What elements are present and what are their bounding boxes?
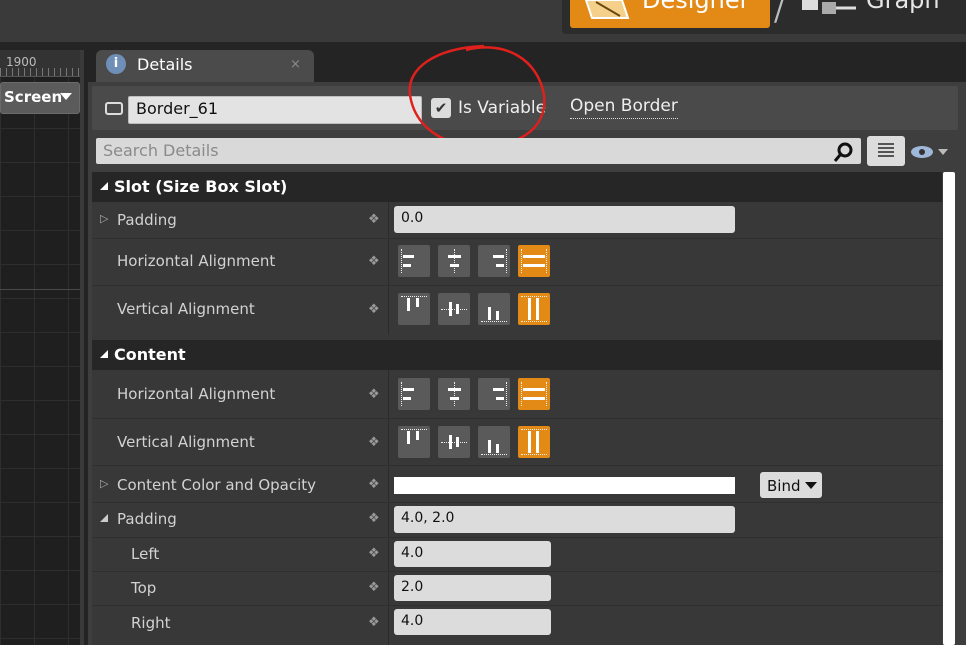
row-divider bbox=[92, 285, 942, 286]
v-align-top-button[interactable] bbox=[398, 293, 430, 325]
h-align-fill-button[interactable] bbox=[518, 378, 550, 410]
h-align-center-button[interactable] bbox=[438, 378, 470, 410]
content-h-align-label: Horizontal Alignment bbox=[117, 385, 276, 403]
slot-v-align-label: Vertical Alignment bbox=[117, 300, 255, 318]
content-color-label: Content Color and Opacity bbox=[117, 476, 317, 494]
v-align-bottom-button[interactable] bbox=[478, 293, 510, 325]
row-divider bbox=[92, 418, 942, 419]
designer-mode-label: Designer bbox=[642, 0, 750, 14]
chevron-down-icon bbox=[60, 93, 72, 100]
slot-padding-label: Padding bbox=[117, 211, 177, 229]
v-align-top-button[interactable] bbox=[398, 426, 430, 458]
tab-details-label: Details bbox=[137, 55, 193, 74]
screen-size-label: Screen bbox=[4, 88, 63, 106]
ruler-value: 1900 bbox=[6, 55, 37, 69]
reset-icon[interactable]: ❖ bbox=[368, 212, 382, 227]
collapsed-arrow-icon[interactable]: ▷ bbox=[100, 212, 108, 225]
chevron-down-icon bbox=[805, 482, 817, 489]
reset-icon[interactable]: ❖ bbox=[368, 477, 382, 492]
h-align-left-button[interactable] bbox=[398, 245, 430, 277]
row-divider bbox=[92, 605, 942, 606]
collapsed-arrow-icon[interactable]: ▷ bbox=[100, 477, 108, 490]
content-padding-field[interactable]: 4.0, 2.0 bbox=[394, 506, 735, 533]
slot-padding-value: 0.0 bbox=[401, 210, 424, 226]
ruler-ticks bbox=[0, 68, 82, 76]
open-border-link[interactable]: Open Border bbox=[570, 96, 678, 119]
padding-right-label: Right bbox=[131, 614, 171, 632]
slot-padding-field[interactable]: 0.0 bbox=[394, 206, 735, 233]
padding-left-field[interactable]: 4.0 bbox=[394, 541, 551, 567]
v-align-fill-button[interactable] bbox=[518, 293, 550, 325]
reset-icon[interactable]: ❖ bbox=[368, 302, 382, 317]
padding-top-label: Top bbox=[131, 579, 157, 597]
v-align-bottom-button[interactable] bbox=[478, 426, 510, 458]
widget-name-value: Border_61 bbox=[136, 99, 218, 118]
designer-icon bbox=[584, 0, 630, 19]
reset-icon[interactable]: ❖ bbox=[368, 511, 382, 526]
content-padding-value: 4.0, 2.0 bbox=[401, 510, 455, 526]
search-placeholder: Search Details bbox=[103, 141, 219, 160]
padding-left-label: Left bbox=[131, 545, 160, 563]
slot-h-align-label: Horizontal Alignment bbox=[117, 252, 276, 270]
h-align-left-button[interactable] bbox=[398, 378, 430, 410]
padding-right-value: 4.0 bbox=[401, 613, 424, 629]
row-divider bbox=[92, 465, 942, 466]
expanded-arrow-icon bbox=[100, 181, 108, 190]
reset-icon[interactable]: ❖ bbox=[368, 435, 382, 450]
category-content[interactable]: Content bbox=[92, 340, 942, 370]
v-align-center-button[interactable] bbox=[438, 426, 470, 458]
bind-label: Bind bbox=[767, 477, 801, 495]
designer-viewport[interactable] bbox=[0, 50, 82, 645]
column-divider bbox=[388, 202, 389, 335]
reset-icon[interactable]: ❖ bbox=[368, 254, 382, 269]
graph-icon bbox=[802, 0, 856, 14]
padding-top-value: 2.0 bbox=[401, 579, 424, 595]
h-align-right-button[interactable] bbox=[478, 245, 510, 277]
row-divider bbox=[92, 502, 942, 503]
row-divider bbox=[92, 537, 942, 538]
expanded-arrow-icon[interactable] bbox=[100, 514, 108, 522]
border-widget-icon bbox=[105, 102, 123, 115]
v-align-center-button[interactable] bbox=[438, 293, 470, 325]
expanded-arrow-icon bbox=[100, 349, 108, 358]
h-align-center-button[interactable] bbox=[438, 245, 470, 277]
search-icon[interactable] bbox=[833, 141, 855, 163]
category-slot-title: Slot (Size Box Slot) bbox=[114, 177, 288, 196]
graph-mode-button[interactable]: Graph bbox=[866, 0, 940, 14]
content-v-align-label: Vertical Alignment bbox=[117, 433, 255, 451]
eye-icon[interactable] bbox=[910, 144, 950, 160]
reset-icon[interactable]: ❖ bbox=[368, 580, 382, 595]
category-content-title: Content bbox=[114, 345, 186, 364]
padding-right-field[interactable]: 4.0 bbox=[394, 609, 551, 635]
grid-icon bbox=[878, 143, 894, 157]
tab-details[interactable] bbox=[96, 50, 314, 82]
close-icon[interactable]: × bbox=[290, 57, 301, 72]
mode-separator: / bbox=[774, 0, 784, 27]
h-align-fill-button[interactable] bbox=[518, 245, 550, 277]
row-divider bbox=[92, 238, 942, 239]
v-align-fill-button[interactable] bbox=[518, 426, 550, 458]
reset-icon[interactable]: ❖ bbox=[368, 546, 382, 561]
padding-top-field[interactable]: 2.0 bbox=[394, 575, 551, 601]
category-slot[interactable]: Slot (Size Box Slot) bbox=[92, 172, 942, 202]
column-divider bbox=[388, 370, 389, 645]
padding-left-value: 4.0 bbox=[401, 545, 424, 561]
reset-icon[interactable]: ❖ bbox=[368, 387, 382, 402]
reset-icon[interactable]: ❖ bbox=[368, 615, 382, 630]
scrollbar[interactable] bbox=[943, 172, 955, 645]
color-swatch[interactable] bbox=[394, 477, 735, 494]
content-padding-label: Padding bbox=[117, 510, 177, 528]
h-align-right-button[interactable] bbox=[478, 378, 510, 410]
panel-splitter[interactable] bbox=[80, 50, 84, 645]
viewport-guide-line bbox=[0, 289, 82, 290]
red-circle-annotation bbox=[408, 44, 546, 148]
info-icon: i bbox=[106, 54, 126, 74]
row-divider bbox=[92, 571, 942, 572]
